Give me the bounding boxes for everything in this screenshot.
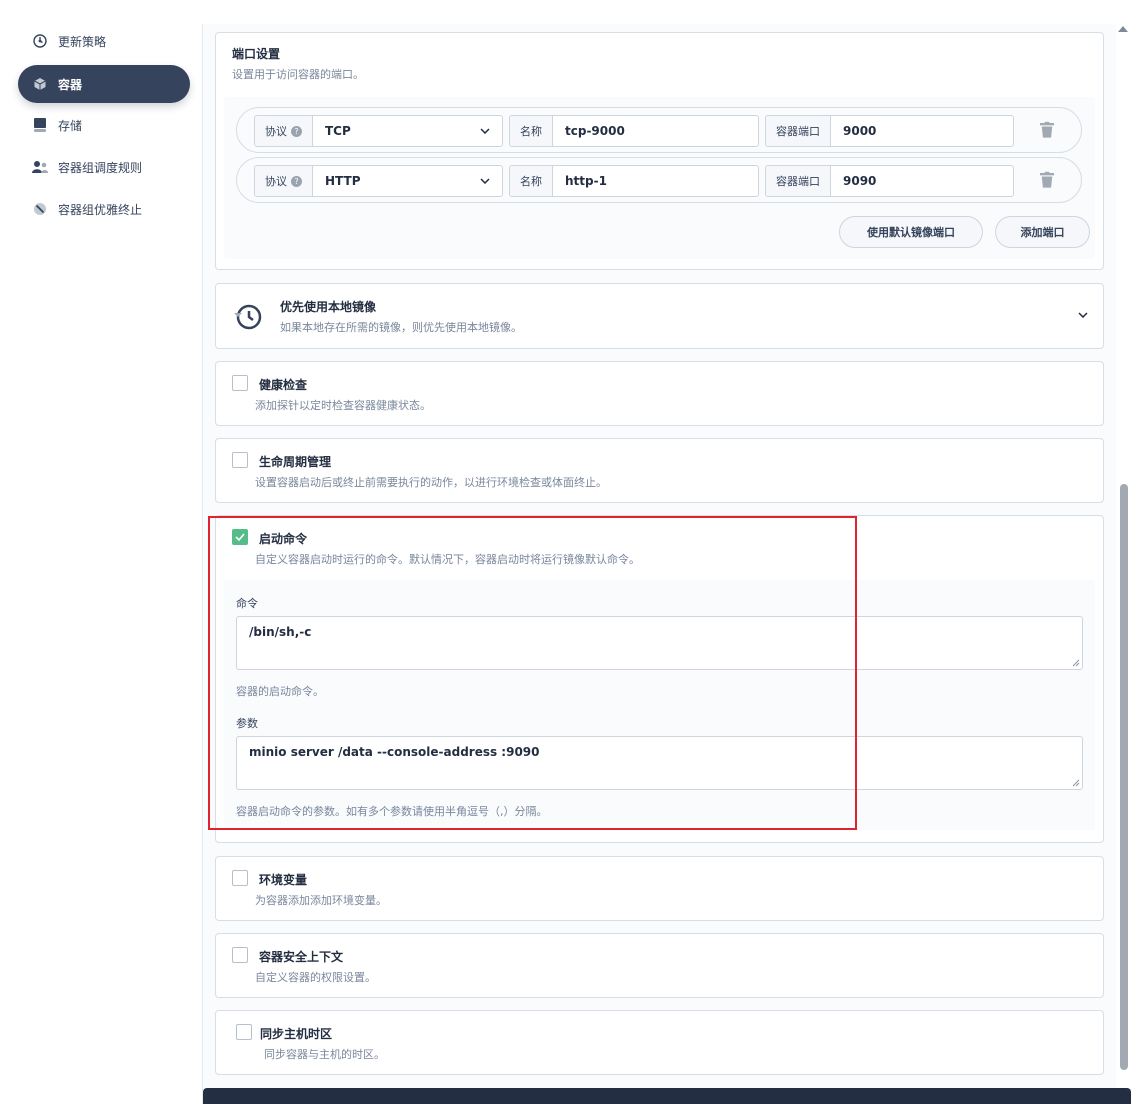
sync-timezone-checkbox[interactable] bbox=[236, 1024, 252, 1040]
security-context-card: 容器安全上下文 自定义容器的权限设置。 bbox=[215, 933, 1104, 998]
local-image-title: 优先使用本地镜像 bbox=[280, 300, 377, 314]
env-desc: 为容器添加添加环境变量。 bbox=[255, 894, 387, 907]
lifecycle-card: 生命周期管理 设置容器启动后或终止前需要执行的动作，以进行环境检查或体面终止。 bbox=[215, 438, 1104, 503]
protocol-select[interactable]: 协议? TCP bbox=[254, 115, 503, 147]
args-hint: 容器启动命令的参数。如有多个参数请使用半角逗号（,）分隔。 bbox=[236, 805, 548, 818]
sync-timezone-desc: 同步容器与主机的时区。 bbox=[264, 1048, 385, 1061]
startup-command-title: 启动命令 bbox=[259, 532, 308, 546]
lifecycle-desc: 设置容器启动后或终止前需要执行的动作，以进行环境检查或体面终止。 bbox=[255, 476, 607, 489]
startup-command-card: 启动命令 自定义容器启动时运行的命令。默认情况下，容器启动时将运行镜像默认命令。… bbox=[215, 515, 1104, 843]
command-textarea[interactable]: /bin/sh,-c bbox=[236, 616, 1083, 670]
trash-icon[interactable] bbox=[1040, 121, 1054, 139]
scrollbar-thumb[interactable] bbox=[1120, 484, 1128, 1070]
security-context-desc: 自定义容器的权限设置。 bbox=[255, 971, 376, 984]
port-name-input[interactable]: 名称 tcp-9000 bbox=[509, 115, 759, 147]
port-row: 协议? HTTP 名称 http-1 容器端口 9090 bbox=[236, 157, 1082, 203]
bottom-action-bar bbox=[203, 1088, 1131, 1104]
protocol-select[interactable]: 协议? HTTP bbox=[254, 165, 503, 197]
port-name-value[interactable]: http-1 bbox=[553, 166, 758, 196]
container-port-label: 容器端口 bbox=[766, 116, 831, 146]
chevron-down-icon bbox=[480, 178, 490, 184]
ports-title: 端口设置 bbox=[232, 47, 281, 61]
args-value: minio server /data --console-address :90… bbox=[249, 745, 540, 759]
help-icon[interactable]: ? bbox=[291, 175, 302, 187]
startup-command-desc: 自定义容器启动时运行的命令。默认情况下，容器启动时将运行镜像默认命令。 bbox=[255, 553, 640, 566]
env-card: 环境变量 为容器添加添加环境变量。 bbox=[215, 856, 1104, 921]
add-port-button[interactable]: 添加端口 bbox=[995, 216, 1090, 248]
scroll-up-icon[interactable] bbox=[1118, 26, 1128, 32]
container-icon bbox=[32, 76, 48, 92]
chevron-down-icon[interactable] bbox=[1078, 312, 1088, 318]
name-label: 名称 bbox=[510, 116, 553, 146]
env-title: 环境变量 bbox=[259, 873, 308, 887]
security-context-title: 容器安全上下文 bbox=[259, 950, 344, 964]
protocol-label: 协议 bbox=[265, 125, 287, 138]
protocol-value: TCP bbox=[325, 124, 351, 138]
sidebar-item-label: 容器 bbox=[58, 77, 83, 92]
command-value: /bin/sh,-c bbox=[249, 625, 312, 639]
resize-handle-icon[interactable] bbox=[1072, 779, 1080, 787]
sidebar-item-label: 存储 bbox=[58, 118, 83, 133]
sidebar-item-graceful-termination[interactable]: 容器组优雅终止 bbox=[18, 190, 190, 228]
chevron-down-icon bbox=[480, 128, 490, 134]
env-checkbox[interactable] bbox=[232, 870, 248, 886]
container-port-label: 容器端口 bbox=[766, 166, 831, 196]
container-port-value[interactable]: 9090 bbox=[831, 166, 1013, 196]
container-port-value[interactable]: 9000 bbox=[831, 116, 1013, 146]
port-name-input[interactable]: 名称 http-1 bbox=[509, 165, 759, 197]
history-icon bbox=[234, 304, 262, 330]
sidebar-item-label: 容器组优雅终止 bbox=[58, 202, 143, 217]
update-strategy-icon bbox=[32, 33, 48, 49]
lifecycle-checkbox[interactable] bbox=[232, 452, 248, 468]
health-check-card: 健康检查 添加探针以定时检查容器健康状态。 bbox=[215, 361, 1104, 426]
sidebar-item-label: 容器组调度规则 bbox=[58, 160, 143, 175]
sidebar-item-label: 更新策略 bbox=[58, 34, 107, 49]
sidebar-item-pod-scheduling[interactable]: 容器组调度规则 bbox=[18, 148, 190, 186]
pod-scheduling-icon bbox=[32, 159, 48, 175]
protocol-label: 协议 bbox=[265, 175, 287, 188]
port-name-value[interactable]: tcp-9000 bbox=[553, 116, 758, 146]
security-context-checkbox[interactable] bbox=[232, 947, 248, 963]
local-image-card[interactable]: 优先使用本地镜像 如果本地存在所需的镜像，则优先使用本地镜像。 bbox=[215, 283, 1104, 349]
lifecycle-title: 生命周期管理 bbox=[259, 455, 332, 469]
sidebar-item-container[interactable]: 容器 bbox=[18, 65, 190, 103]
sync-timezone-title: 同步主机时区 bbox=[260, 1027, 333, 1041]
startup-command-form: 命令 /bin/sh,-c 容器的启动命令。 参数 minio server /… bbox=[224, 580, 1095, 830]
help-icon[interactable]: ? bbox=[291, 125, 302, 137]
local-image-desc: 如果本地存在所需的镜像，则优先使用本地镜像。 bbox=[280, 321, 522, 334]
ports-area: 协议? TCP 名称 tcp-9000 容器端口 9000 协议? HTTP 名… bbox=[224, 97, 1095, 259]
startup-command-checkbox[interactable] bbox=[232, 529, 248, 545]
health-check-title: 健康检查 bbox=[259, 378, 308, 392]
check-icon bbox=[235, 533, 245, 542]
use-default-port-button[interactable]: 使用默认镜像端口 bbox=[839, 216, 983, 248]
trash-icon[interactable] bbox=[1040, 171, 1054, 189]
port-row: 协议? TCP 名称 tcp-9000 容器端口 9000 bbox=[236, 107, 1082, 153]
command-label: 命令 bbox=[236, 597, 258, 610]
resize-handle-icon[interactable] bbox=[1072, 659, 1080, 667]
health-check-desc: 添加探针以定时检查容器健康状态。 bbox=[255, 399, 431, 412]
storage-icon bbox=[32, 117, 48, 133]
args-textarea[interactable]: minio server /data --console-address :90… bbox=[236, 736, 1083, 790]
sync-timezone-card: 同步主机时区 同步容器与主机的时区。 bbox=[215, 1010, 1104, 1075]
health-check-checkbox[interactable] bbox=[232, 375, 248, 391]
ports-desc: 设置用于访问容器的端口。 bbox=[232, 68, 364, 81]
ports-card: 端口设置 设置用于访问容器的端口。 协议? TCP 名称 tcp-9000 容器… bbox=[215, 32, 1104, 270]
container-port-input[interactable]: 容器端口 9000 bbox=[765, 115, 1014, 147]
sidebar-item-update-strategy[interactable]: 更新策略 bbox=[18, 22, 190, 60]
command-hint: 容器的启动命令。 bbox=[236, 685, 324, 698]
name-label: 名称 bbox=[510, 166, 553, 196]
sidebar-item-storage[interactable]: 存储 bbox=[18, 106, 190, 144]
container-port-input[interactable]: 容器端口 9090 bbox=[765, 165, 1014, 197]
protocol-value: HTTP bbox=[325, 174, 361, 188]
sidebar: 更新策略 容器 存储 容器组调度规则 容器组优雅终止 bbox=[8, 0, 202, 1104]
graceful-termination-icon bbox=[32, 201, 48, 217]
args-label: 参数 bbox=[236, 717, 258, 730]
